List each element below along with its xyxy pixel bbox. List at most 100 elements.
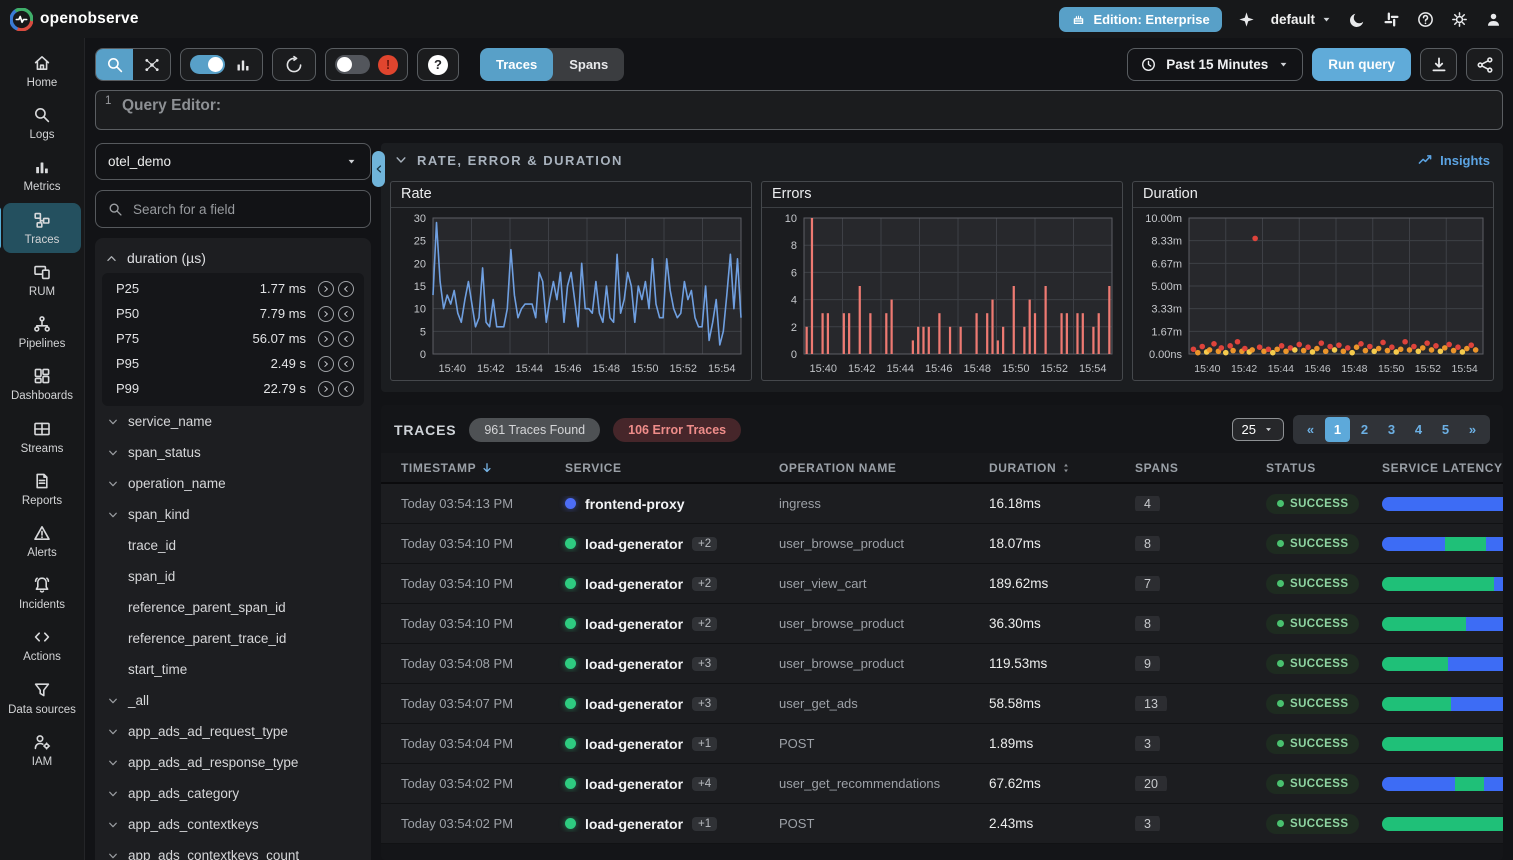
service-latency-bar[interactable]: [1382, 497, 1503, 511]
include-filter-button[interactable]: [318, 381, 334, 397]
tab-spans[interactable]: Spans: [553, 48, 624, 81]
sidebar-item-data-sources[interactable]: Data sources: [3, 673, 81, 723]
sidebar-item-streams[interactable]: Streams: [3, 412, 81, 462]
service-latency-bar[interactable]: [1382, 537, 1503, 551]
settings-gear-icon[interactable]: [1450, 10, 1469, 29]
column-header-status[interactable]: STATUS: [1246, 461, 1362, 475]
include-filter-button[interactable]: [318, 356, 334, 372]
sidebar-item-home[interactable]: Home: [3, 46, 81, 96]
service-latency-bar[interactable]: [1382, 777, 1503, 791]
collapse-fields-panel-button[interactable]: [372, 151, 385, 187]
errors-chart[interactable]: 024681015:4015:4215:4415:4615:4815:5015:…: [762, 208, 1122, 380]
stream-selector[interactable]: otel_demo: [95, 143, 371, 180]
reset-button[interactable]: [273, 48, 315, 81]
download-button[interactable]: [1420, 48, 1457, 81]
org-selector[interactable]: default: [1271, 12, 1333, 27]
column-header-spans[interactable]: SPANS: [1115, 461, 1246, 475]
sparkle-icon[interactable]: [1237, 10, 1256, 29]
include-filter-button[interactable]: [318, 306, 334, 322]
field-item-reference_parent_trace_id[interactable]: reference_parent_trace_id: [95, 623, 371, 654]
table-row[interactable]: Today 03:54:08 PMload-generator+3user_br…: [381, 644, 1503, 684]
field-item-app_ads_contextkeys[interactable]: app_ads_contextkeys: [95, 809, 371, 840]
pagination-page-1[interactable]: 1: [1325, 417, 1350, 442]
pagination-last-button[interactable]: »: [1460, 417, 1485, 442]
table-row[interactable]: Today 03:54:07 PMload-generator+3user_ge…: [381, 684, 1503, 724]
service-latency-bar[interactable]: [1382, 817, 1503, 831]
sidebar-item-pipelines[interactable]: Pipelines: [3, 307, 81, 357]
service-extra-badge[interactable]: +4: [692, 777, 717, 791]
histogram-toggle[interactable]: [190, 55, 225, 74]
table-row[interactable]: Today 03:54:10 PMload-generator+2user_br…: [381, 604, 1503, 644]
service-latency-bar[interactable]: [1382, 617, 1503, 631]
pagination-page-2[interactable]: 2: [1352, 417, 1377, 442]
exclude-filter-button[interactable]: [338, 306, 354, 322]
tab-traces[interactable]: Traces: [480, 48, 553, 81]
field-item-app_ads_ad_request_type[interactable]: app_ads_ad_request_type: [95, 716, 371, 747]
field-item-span_id[interactable]: span_id: [95, 561, 371, 592]
duration-chart[interactable]: 0.00ns1.67m3.33m5.00m6.67m8.33m10.00m15:…: [1133, 208, 1493, 380]
dark-mode-icon[interactable]: [1348, 10, 1367, 29]
exclude-filter-button[interactable]: [338, 331, 354, 347]
field-item-trace_id[interactable]: trace_id: [95, 530, 371, 561]
table-row[interactable]: Today 03:54:10 PMload-generator+2user_br…: [381, 524, 1503, 564]
table-row[interactable]: Today 03:54:02 PMload-generator+1POST2.4…: [381, 804, 1503, 844]
sidebar-item-reports[interactable]: Reports: [3, 464, 81, 514]
column-header-duration[interactable]: DURATION: [969, 461, 1115, 475]
error-traces-badge[interactable]: 106 Error Traces: [613, 418, 741, 442]
service-latency-bar[interactable]: [1382, 657, 1503, 671]
exclude-filter-button[interactable]: [338, 381, 354, 397]
field-item-operation_name[interactable]: operation_name: [95, 468, 371, 499]
sidebar-item-rum[interactable]: RUM: [3, 255, 81, 305]
field-item-span_status[interactable]: span_status: [95, 437, 371, 468]
column-header-operation-name[interactable]: OPERATION NAME: [759, 461, 969, 475]
table-row[interactable]: Today 03:54:02 PMload-generator+4user_ge…: [381, 764, 1503, 804]
field-item-service_name[interactable]: service_name: [95, 406, 371, 437]
field-item-app_ads_category[interactable]: app_ads_category: [95, 778, 371, 809]
service-extra-badge[interactable]: +3: [692, 657, 717, 671]
include-filter-button[interactable]: [318, 331, 334, 347]
service-latency-bar[interactable]: [1382, 697, 1503, 711]
sidebar-item-traces[interactable]: Traces: [3, 203, 81, 253]
query-editor[interactable]: 1 Query Editor:: [95, 90, 1503, 130]
pagination-page-5[interactable]: 5: [1433, 417, 1458, 442]
sidebar-item-logs[interactable]: Logs: [3, 98, 81, 148]
slack-icon[interactable]: [1382, 10, 1401, 29]
sidebar-item-incidents[interactable]: Incidents: [3, 568, 81, 618]
insights-link[interactable]: Insights: [1417, 152, 1490, 168]
column-header-service-latency[interactable]: SERVICE LATENCY: [1362, 461, 1503, 475]
duration-section-header[interactable]: duration (µs): [95, 244, 371, 273]
column-header-timestamp[interactable]: TIMESTAMP: [381, 461, 545, 475]
service-extra-badge[interactable]: +2: [692, 537, 717, 551]
service-extra-badge[interactable]: +3: [692, 697, 717, 711]
user-profile-icon[interactable]: [1484, 10, 1503, 29]
field-item-app_ads_ad_response_type[interactable]: app_ads_ad_response_type: [95, 747, 371, 778]
edition-button[interactable]: Edition: Enterprise: [1059, 7, 1221, 32]
field-item-start_time[interactable]: start_time: [95, 654, 371, 685]
run-query-button[interactable]: Run query: [1312, 48, 1411, 81]
page-size-selector[interactable]: 25: [1232, 418, 1284, 441]
sidebar-item-dashboards[interactable]: Dashboards: [3, 359, 81, 409]
rate-chart[interactable]: 05101520253015:4015:4215:4415:4615:4815:…: [391, 208, 751, 380]
pagination-page-4[interactable]: 4: [1406, 417, 1431, 442]
field-item-_all[interactable]: _all: [95, 685, 371, 716]
field-search-input[interactable]: [133, 202, 359, 217]
include-filter-button[interactable]: [318, 281, 334, 297]
sidebar-item-alerts[interactable]: Alerts: [3, 516, 81, 566]
pagination-page-3[interactable]: 3: [1379, 417, 1404, 442]
service-extra-badge[interactable]: +1: [692, 817, 717, 831]
service-extra-badge[interactable]: +2: [692, 617, 717, 631]
field-item-app_ads_contextkeys_count[interactable]: app_ads_contextkeys_count: [95, 840, 371, 860]
share-button[interactable]: [1466, 48, 1503, 81]
sidebar-item-metrics[interactable]: Metrics: [3, 150, 81, 200]
field-item-reference_parent_span_id[interactable]: reference_parent_span_id: [95, 592, 371, 623]
sidebar-item-actions[interactable]: Actions: [3, 620, 81, 670]
exclude-filter-button[interactable]: [338, 281, 354, 297]
chevron-down-icon[interactable]: [394, 153, 408, 167]
syntax-help-button[interactable]: ?: [418, 48, 458, 81]
errors-only-toggle[interactable]: [335, 55, 370, 74]
service-latency-bar[interactable]: [1382, 737, 1503, 751]
service-latency-bar[interactable]: [1382, 577, 1503, 591]
service-extra-badge[interactable]: +2: [692, 577, 717, 591]
pagination-first-button[interactable]: «: [1298, 417, 1323, 442]
search-mode-button[interactable]: [96, 48, 133, 81]
